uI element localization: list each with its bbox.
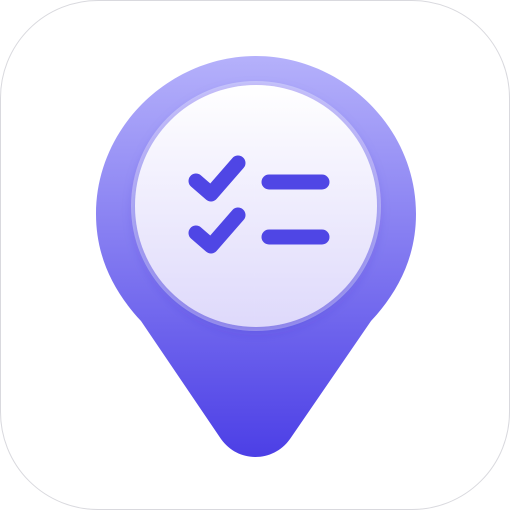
app-icon-glyph [96, 56, 416, 457]
app-icon-tile[interactable] [0, 0, 510, 510]
badge-disc [135, 85, 377, 327]
